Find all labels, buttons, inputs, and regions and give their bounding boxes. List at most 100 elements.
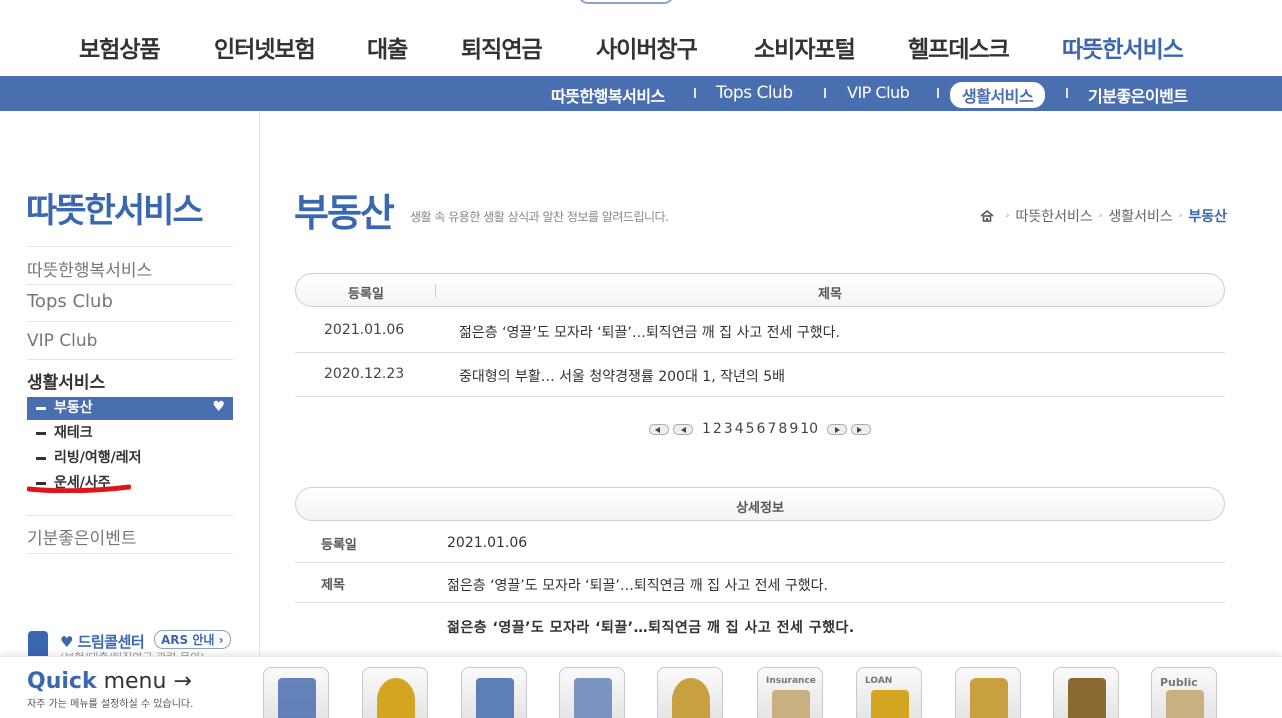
- subnav-divider: [1066, 88, 1068, 98]
- sidebar-item-good-event[interactable]: 기분좋은이벤트: [27, 524, 136, 549]
- sidebar-divider: [27, 515, 233, 516]
- column-header-date: 등록일: [348, 287, 384, 302]
- ars-guide-button[interactable]: ARS 안내 ›: [154, 630, 231, 649]
- report-icon[interactable]: [263, 667, 329, 718]
- sidebar-sub-label: 부동산: [54, 400, 93, 416]
- list-header: 등록일 제목: [295, 273, 1225, 307]
- detail-date-label: 등록일: [321, 538, 357, 553]
- search-document-icon[interactable]: [559, 667, 625, 718]
- page-number[interactable]: 9: [789, 421, 798, 437]
- page-number[interactable]: 2: [713, 421, 722, 437]
- dash-icon: [36, 406, 46, 410]
- nav-retirement-pension[interactable]: 퇴직연금: [461, 30, 543, 64]
- page-number[interactable]: 10: [800, 421, 818, 437]
- table-row[interactable]: 2020.12.23 중대형의 부활… 서울 청약경쟁률 200대 1, 작년의…: [295, 353, 1225, 397]
- nav-consumer-portal[interactable]: 소비자포털: [754, 30, 856, 64]
- detail-title-row: 제목 젊은층 ‘영끌’도 모자라 ‘퇴끌’…퇴직연금 깨 집 사고 전세 구했다…: [295, 563, 1225, 603]
- sidebar-sub-real-estate[interactable]: 부동산 ♥: [27, 397, 233, 420]
- row-title-link[interactable]: 젊은층 ‘영끌’도 모자라 ‘퇴끌’…퇴직연금 깨 집 사고 전세 구했다.: [459, 322, 840, 342]
- subnav-vip-club[interactable]: VIP Club: [847, 83, 910, 102]
- home-icon[interactable]: [980, 209, 994, 223]
- detail-header-label: 상세정보: [736, 501, 784, 516]
- page-number[interactable]: 1: [702, 421, 711, 437]
- sidebar-item-happy-service[interactable]: 따뜻한행복서비스: [27, 256, 152, 281]
- red-underline-annotation: [27, 484, 131, 493]
- detail-title-value: 젊은층 ‘영끌’도 모자라 ‘퇴끌’…퇴직연금 깨 집 사고 전세 구했다.: [447, 578, 828, 594]
- subnav-divider: [937, 88, 939, 98]
- phone-icon: [28, 631, 48, 659]
- book-icon[interactable]: [1053, 667, 1119, 718]
- detail-body-heading: 젊은층 ‘영끌’도 모자라 ‘퇴끌’…퇴직연금 깨 집 사고 전세 구했다.: [447, 620, 855, 636]
- subnav-life-service[interactable]: 생활서비스: [950, 82, 1046, 108]
- quick-menu-subtitle: 자주 가는 메뉴를 설정하실 수 있습니다.: [27, 699, 194, 710]
- pagination: 1 2 3 4 5 6 7 8 9 10: [0, 421, 1282, 437]
- subnav-happy-service[interactable]: 따뜻한행복서비스: [551, 83, 665, 107]
- building-icon[interactable]: [461, 667, 527, 718]
- quick-menu-title[interactable]: Quick menu →: [27, 669, 192, 694]
- page-number[interactable]: 3: [724, 421, 733, 437]
- heart-icon: ♥: [212, 399, 225, 415]
- chevron-right-icon: ›: [1098, 211, 1103, 221]
- nav-loan[interactable]: 대출: [367, 30, 408, 64]
- insurance-icon-label: Insurance: [766, 676, 816, 686]
- mobile-icon[interactable]: [955, 667, 1021, 718]
- top-navigation: 보험상품 인터넷보험 대출 퇴직연금 사이버창구 소비자포털 헬프데스크 따뜻한…: [0, 0, 1282, 76]
- prev-page-button[interactable]: [672, 423, 693, 435]
- page-number[interactable]: 4: [735, 421, 744, 437]
- dream-call-center[interactable]: ♥ 드림콜센터 ARS 안내 › (보험/대출/퇴직연금 관련 문의): [26, 627, 246, 664]
- sidebar-divider: [27, 553, 233, 554]
- detail-date-row: 등록일 2021.01.06: [295, 523, 1225, 563]
- page-number[interactable]: 8: [778, 421, 787, 437]
- detail-title-label: 제목: [321, 578, 345, 593]
- subnav-divider: [694, 88, 696, 98]
- nav-insurance-products[interactable]: 보험상품: [79, 30, 161, 64]
- last-page-button[interactable]: [851, 423, 872, 435]
- breadcrumb-item[interactable]: 생활서비스: [1108, 206, 1172, 226]
- sidebar-sub-label: 리빙/여행/레저: [54, 450, 142, 466]
- page-description: 생활 속 유용한 생활 상식과 알찬 정보를 알려드립니다.: [410, 210, 669, 224]
- top-tab-handle: [578, 0, 674, 4]
- sidebar-divider: [27, 321, 233, 322]
- row-date: 2021.01.06: [324, 322, 405, 338]
- sidebar-divider: [27, 359, 233, 360]
- sidebar-item-vip-club[interactable]: VIP Club: [27, 331, 97, 351]
- chevron-right-icon: ›: [1005, 211, 1010, 221]
- sidebar-item-tops-club[interactable]: Tops Club: [27, 291, 113, 312]
- page-number[interactable]: 6: [757, 421, 766, 437]
- nav-help-desk[interactable]: 헬프데스크: [908, 30, 1010, 64]
- loan-icon-label: LOAN: [865, 676, 893, 686]
- row-date: 2020.12.23: [324, 366, 405, 382]
- nav-cyber-counter[interactable]: 사이버창구: [596, 30, 698, 64]
- sidebar-divider: [27, 246, 233, 247]
- chat-icon[interactable]: [362, 667, 428, 718]
- left-sidebar: 따뜻한서비스 따뜻한행복서비스 Tops Club VIP Club 생활서비스…: [0, 111, 260, 664]
- subnav-good-event[interactable]: 기분좋은이벤트: [1088, 83, 1188, 107]
- nav-warm-service[interactable]: 따뜻한서비스: [1062, 30, 1184, 64]
- public-icon[interactable]: Public: [1151, 667, 1217, 718]
- public-icon-label: Public: [1160, 676, 1198, 689]
- sub-navigation: 따뜻한행복서비스 Tops Club VIP Club 생활서비스 기분좋은이벤…: [0, 76, 1282, 111]
- page-number[interactable]: 5: [746, 421, 755, 437]
- nav-internet-insurance[interactable]: 인터넷보험: [214, 30, 316, 64]
- column-header-title: 제목: [818, 287, 842, 302]
- loan-icon[interactable]: LOAN: [856, 667, 922, 718]
- breadcrumb-item[interactable]: 따뜻한서비스: [1015, 206, 1092, 226]
- table-row[interactable]: 2021.01.06 젊은층 ‘영끌’도 모자라 ‘퇴끌’…퇴직연금 깨 집 사…: [295, 309, 1225, 353]
- subnav-tops-club[interactable]: Tops Club: [716, 83, 793, 103]
- sidebar-section-life-service[interactable]: 생활서비스: [27, 368, 105, 393]
- page-title: 부동산: [294, 191, 395, 235]
- breadcrumb: › 따뜻한서비스 › 생활서비스 › 부동산: [980, 206, 1227, 226]
- first-page-button[interactable]: [648, 423, 669, 435]
- detail-date-value: 2021.01.06: [447, 535, 528, 551]
- sidebar-title: 따뜻한서비스: [26, 191, 204, 231]
- subnav-divider: [824, 88, 826, 98]
- quick-menu-word: menu →: [96, 669, 192, 694]
- moneybag-icon[interactable]: [657, 667, 723, 718]
- dash-icon: [36, 456, 46, 460]
- next-page-button[interactable]: [827, 423, 848, 435]
- page-number[interactable]: 7: [767, 421, 776, 437]
- sidebar-sub-living-travel[interactable]: 리빙/여행/레저: [27, 447, 233, 470]
- insurance-icon[interactable]: Insurance: [757, 667, 823, 718]
- sidebar-divider: [27, 284, 233, 285]
- row-title-link[interactable]: 중대형의 부활… 서울 청약경쟁률 200대 1, 작년의 5배: [459, 366, 785, 386]
